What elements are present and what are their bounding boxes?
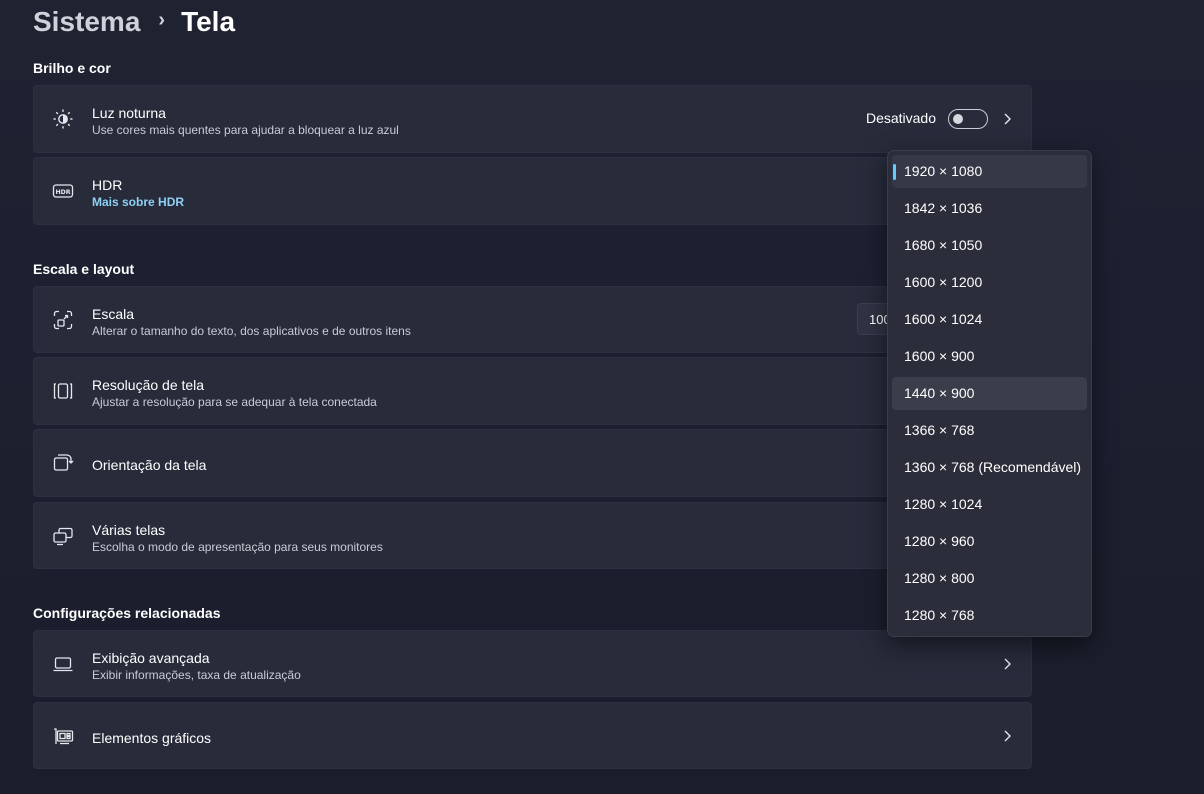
resolution-option[interactable]: 1600 × 900 <box>892 340 1087 373</box>
svg-text:HDR: HDR <box>55 189 70 196</box>
hdr-title: HDR <box>92 177 123 193</box>
multiple-displays-card[interactable]: Várias telas Escolha o modo de apresenta… <box>33 502 1032 569</box>
advanced-display-subtitle: Exibir informações, taxa de atualização <box>92 668 301 682</box>
resolution-option[interactable]: 1842 × 1036 <box>892 192 1087 225</box>
night-light-state: Desativado <box>865 110 936 126</box>
graphics-card[interactable]: Elementos gráficos <box>33 702 1032 769</box>
night-light-title: Luz noturna <box>92 105 166 121</box>
resolution-option[interactable]: 1366 × 768 <box>892 414 1087 447</box>
resolution-option[interactable]: 1280 × 1024 <box>892 488 1087 521</box>
breadcrumb: Sistema › Tela <box>33 2 235 42</box>
hdr-learn-more-link[interactable]: Mais sobre HDR <box>92 195 184 209</box>
selected-indicator <box>893 164 896 180</box>
hdr-card[interactable]: HDR HDR Mais sobre HDR <box>33 157 1032 225</box>
resolution-option-label: 1366 × 768 <box>904 422 975 438</box>
resolution-option[interactable]: 1600 × 1024 <box>892 303 1087 336</box>
breadcrumb-sistema[interactable]: Sistema <box>33 6 140 38</box>
toggle-knob <box>953 114 963 124</box>
resolution-option-label: 1440 × 900 <box>904 385 975 401</box>
night-light-card[interactable]: Luz noturna Use cores mais quentes para … <box>33 85 1032 153</box>
resolution-option-label: 1600 × 1200 <box>904 274 983 290</box>
laptop-icon <box>52 653 74 675</box>
orientation-card[interactable]: Orientação da tela <box>33 429 1032 497</box>
resolution-card[interactable]: Resolução de tela Ajustar a resolução pa… <box>33 357 1032 425</box>
resolution-title: Resolução de tela <box>92 377 205 393</box>
resolution-icon <box>52 380 74 402</box>
section-title-related: Configurações relacionadas <box>33 605 221 621</box>
resolution-option[interactable]: 1600 × 1200 <box>892 266 1087 299</box>
scale-title: Escala <box>92 306 135 322</box>
resolution-dropdown[interactable]: 1920 × 1080 1842 × 1036 1680 × 1050 1600… <box>887 150 1092 637</box>
resolution-option[interactable]: 1280 × 800 <box>892 562 1087 595</box>
resolution-option[interactable]: 1680 × 1050 <box>892 229 1087 262</box>
scale-card[interactable]: Escala Alterar o tamanho do texto, dos a… <box>33 286 1032 353</box>
scale-subtitle: Alterar o tamanho do texto, dos aplicati… <box>92 324 411 338</box>
chevron-right-icon <box>999 728 1015 744</box>
advanced-display-title: Exibição avançada <box>92 650 210 666</box>
breadcrumb-separator-icon: › <box>158 8 166 31</box>
night-light-subtitle: Use cores mais quentes para ajudar a blo… <box>92 123 399 137</box>
resolution-option-label: 1600 × 1024 <box>904 311 983 327</box>
display-settings-page: Sistema › Tela Brilho e cor Luz noturna … <box>0 0 1204 794</box>
multiple-displays-subtitle: Escolha o modo de apresentação para seus… <box>92 540 383 554</box>
resolution-subtitle: Ajustar a resolução para se adequar à te… <box>92 395 377 409</box>
resolution-option-label: 1280 × 960 <box>904 533 975 549</box>
graphics-title: Elementos gráficos <box>92 730 212 746</box>
resolution-option-label: 1600 × 900 <box>904 348 975 364</box>
scale-icon <box>52 309 74 331</box>
resolution-option[interactable]: 1280 × 960 <box>892 525 1087 558</box>
section-title-scale-layout: Escala e layout <box>33 261 135 277</box>
page-title: Tela <box>181 6 236 37</box>
resolution-option-label: 1842 × 1036 <box>904 200 983 216</box>
chevron-right-icon <box>999 656 1015 672</box>
resolution-option-label: 1360 × 768 (Recomendável) <box>904 459 1082 475</box>
multiple-displays-title: Várias telas <box>92 522 166 538</box>
resolution-option[interactable]: 1440 × 900 <box>892 377 1087 410</box>
resolution-option-label: 1280 × 768 <box>904 607 975 623</box>
resolution-option-label: 1280 × 1024 <box>904 496 983 512</box>
advanced-display-card[interactable]: Exibição avançada Exibir informações, ta… <box>33 630 1032 697</box>
resolution-option[interactable]: 1280 × 768 <box>892 599 1087 632</box>
multiple-displays-icon <box>52 525 74 547</box>
hdr-icon: HDR <box>52 180 74 202</box>
orientation-icon <box>52 452 74 474</box>
section-title-brightness: Brilho e cor <box>33 60 111 76</box>
graphics-card-icon <box>52 725 74 747</box>
resolution-option[interactable]: 1360 × 768 (Recomendável) <box>892 451 1087 484</box>
resolution-option-label: 1920 × 1080 <box>904 163 983 179</box>
resolution-option-label: 1280 × 800 <box>904 570 975 586</box>
resolution-option-label: 1680 × 1050 <box>904 237 983 253</box>
night-light-toggle[interactable] <box>948 109 988 129</box>
orientation-title: Orientação da tela <box>92 457 207 473</box>
chevron-right-icon <box>999 111 1015 127</box>
brightness-moon-icon <box>52 108 74 130</box>
resolution-option[interactable]: 1920 × 1080 <box>892 155 1087 188</box>
